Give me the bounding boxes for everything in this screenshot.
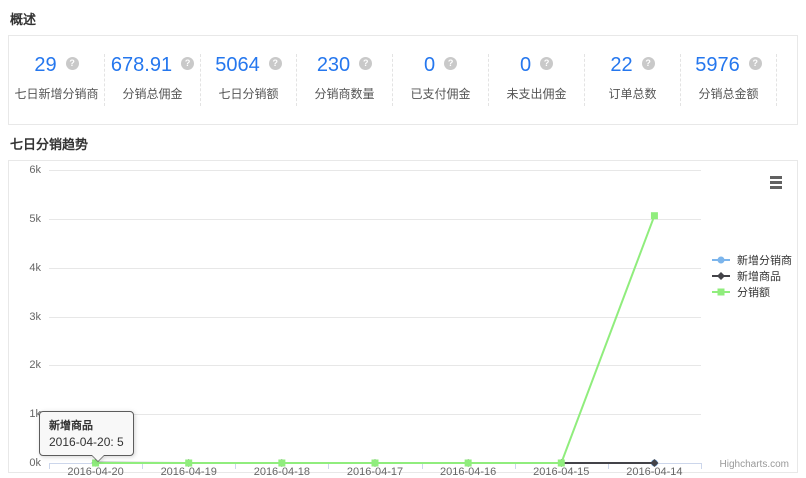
stat-value: 29 — [34, 54, 56, 76]
stat-card-total-sales: 5976? 分销总金额 — [681, 54, 777, 106]
x-axis-tick: 2016-04-15 — [515, 466, 608, 478]
help-icon[interactable]: ? — [66, 57, 79, 70]
data-point[interactable] — [718, 289, 725, 296]
help-icon[interactable]: ? — [359, 57, 372, 70]
help-icon[interactable]: ? — [269, 57, 282, 70]
stat-value: 0 — [520, 54, 531, 76]
data-point[interactable] — [651, 212, 658, 219]
stat-card-unpaid-commission: 0? 未支出佣金 — [489, 54, 585, 106]
stat-card-sales-7d: 5064? 七日分销额 — [201, 54, 297, 106]
x-axis-tick: 2016-04-17 — [328, 466, 421, 478]
stat-label: 分销商数量 — [297, 85, 392, 102]
stat-value: 0 — [424, 54, 435, 76]
y-axis-tick: 0k — [9, 456, 41, 470]
dashboard-page: 概述 29? 七日新增分销商 678.91? 分销总佣金 5064? 七日分销额… — [0, 0, 806, 473]
legend-marker-square-icon — [712, 287, 732, 297]
stat-card-distributor-count: 230? 分销商数量 — [297, 54, 393, 106]
chart-export-menu-icon[interactable] — [768, 174, 784, 191]
x-axis-tick: 2016-04-19 — [142, 466, 235, 478]
stat-label: 分销总金额 — [681, 85, 776, 102]
legend-marker-circle-icon — [712, 255, 732, 265]
stat-label: 订单总数 — [585, 85, 680, 102]
legend-label: 分销额 — [737, 284, 770, 300]
stat-card-order-count: 22? 订单总数 — [585, 54, 681, 106]
series-line — [96, 216, 655, 463]
trend-title: 七日分销趋势 — [10, 125, 796, 160]
legend-label: 新增商品 — [737, 268, 781, 284]
x-axis-tick: 2016-04-18 — [235, 466, 328, 478]
stat-value: 678.91 — [111, 54, 172, 76]
data-point[interactable] — [717, 272, 725, 280]
stat-card-new-distributors-7d: 29? 七日新增分销商 — [9, 54, 105, 106]
help-icon[interactable]: ? — [181, 57, 194, 70]
legend-item-sales-amount[interactable]: 分销额 — [712, 284, 792, 300]
x-axis-tick: 2016-04-14 — [608, 466, 701, 478]
help-icon[interactable]: ? — [749, 57, 762, 70]
stat-label: 七日新增分销商 — [9, 85, 104, 102]
stat-label: 七日分销额 — [201, 85, 296, 102]
stat-label: 未支出佣金 — [489, 85, 584, 102]
stat-value: 230 — [317, 54, 350, 76]
tooltip-series-name: 新增商品 — [49, 417, 124, 433]
y-axis-tick: 1k — [9, 407, 41, 421]
chart-tooltip: 新增商品 2016-04-20: 5 — [39, 411, 134, 456]
stat-value: 5064 — [215, 54, 260, 76]
x-axis-tick: 2016-04-16 — [422, 466, 515, 478]
y-axis-tick: 5k — [9, 212, 41, 226]
stat-label: 已支付佣金 — [393, 85, 488, 102]
trend-chart: 6k 5k 4k 3k 2k 1k 0k 2016-04-20 2016-04-… — [8, 160, 798, 473]
overview-title: 概述 — [10, 0, 796, 35]
legend-label: 新增分销商 — [737, 252, 792, 268]
legend-marker-diamond-icon — [712, 271, 732, 281]
stat-value: 22 — [610, 54, 632, 76]
x-axis-tick: 2016-04-20 — [49, 466, 142, 478]
help-icon[interactable]: ? — [444, 57, 457, 70]
help-icon[interactable]: ? — [540, 57, 553, 70]
y-axis-tick: 3k — [9, 310, 41, 324]
chart-legend: 新增分销商 新增商品 分销额 — [712, 252, 792, 300]
y-axis-tick: 4k — [9, 261, 41, 275]
data-point[interactable] — [718, 257, 725, 264]
stats-summary: 29? 七日新增分销商 678.91? 分销总佣金 5064? 七日分销额 23… — [8, 35, 798, 125]
legend-item-new-products[interactable]: 新增商品 — [712, 268, 792, 284]
stat-card-paid-commission: 0? 已支付佣金 — [393, 54, 489, 106]
stat-value: 5976 — [695, 54, 740, 76]
stat-label: 分销总佣金 — [105, 85, 200, 102]
help-icon[interactable]: ? — [642, 57, 655, 70]
stat-card-total-commission: 678.91? 分销总佣金 — [105, 54, 201, 106]
legend-item-new-distributors[interactable]: 新增分销商 — [712, 252, 792, 268]
tooltip-value: 2016-04-20: 5 — [49, 435, 124, 449]
highcharts-credit[interactable]: Highcharts.com — [720, 459, 789, 470]
y-axis-tick: 6k — [9, 163, 41, 177]
y-axis-tick: 2k — [9, 358, 41, 372]
